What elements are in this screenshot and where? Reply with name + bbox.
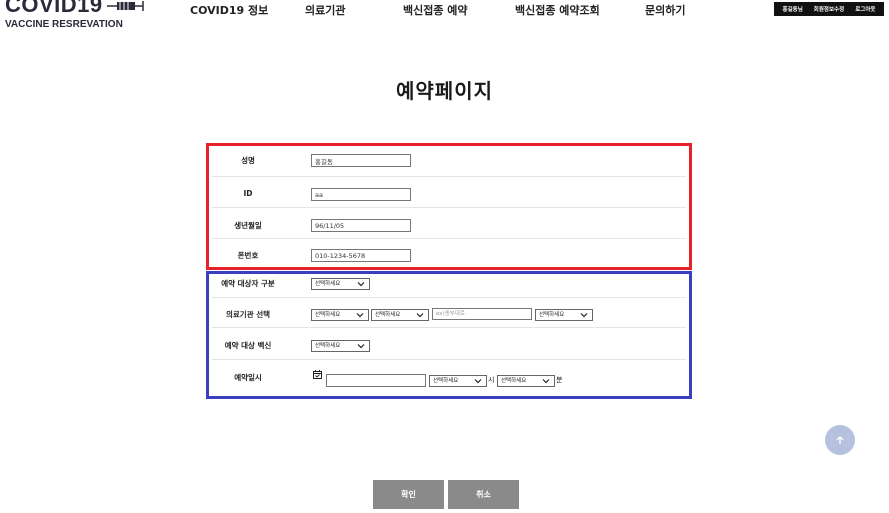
nav-inquiry[interactable]: 문의하기 <box>645 2 685 18</box>
chevron-down-icon <box>474 379 482 384</box>
phone-row: 폰번호 <box>212 239 686 267</box>
target-type-row: 예약 대상자 구분 선택하세요 <box>212 274 686 298</box>
id-field[interactable] <box>311 188 411 201</box>
vaccine-label: 예약 대상 백신 <box>224 341 272 350</box>
chevron-down-icon <box>542 379 550 384</box>
nav-reservation-lookup[interactable]: 백신접종 예약조회 <box>515 2 600 18</box>
phone-field[interactable] <box>311 249 411 262</box>
user-greeting[interactable]: 홍길동님 <box>783 5 803 13</box>
facility-row: 의료기관 선택 선택하세요 선택하세요 선택하세요 <box>212 298 686 328</box>
site-logo[interactable]: COVID19 VACCINE RESREVATION <box>5 0 155 31</box>
reservation-section: 예약 대상자 구분 선택하세요 의료기관 선택 선택하세요 선택하세요 선택하세… <box>206 271 692 399</box>
facility-region-select[interactable]: 선택하세요 <box>311 309 369 321</box>
birth-row: 생년월일 <box>212 208 686 239</box>
personal-info-section: 성명 ID 생년월일 폰번호 <box>206 143 692 270</box>
name-label: 성명 <box>241 156 255 165</box>
chevron-down-icon <box>580 313 588 318</box>
target-type-label: 예약 대상자 구분 <box>221 279 275 288</box>
chevron-down-icon <box>357 344 365 349</box>
minute-select[interactable]: 선택하세요 <box>497 375 555 387</box>
datetime-row: 예약일시 선택하세요 시 선택하세요 분 <box>212 360 686 396</box>
birth-label: 생년월일 <box>234 221 262 230</box>
id-label: ID <box>243 189 253 198</box>
name-field[interactable] <box>311 154 411 167</box>
nav-covid-info[interactable]: COVID19 정보 <box>190 2 268 18</box>
hour-unit: 시 <box>488 376 495 384</box>
page-title: 예약페이지 <box>396 79 493 103</box>
vaccine-row: 예약 대상 백신 선택하세요 <box>212 328 686 360</box>
phone-label: 폰번호 <box>237 251 259 260</box>
facility-search-input[interactable] <box>432 308 532 320</box>
logo-title: COVID19 <box>5 0 103 17</box>
confirm-button[interactable]: 확인 <box>373 480 444 509</box>
facility-label: 의료기관 선택 <box>225 310 271 319</box>
minute-unit: 분 <box>556 376 563 384</box>
facility-select[interactable]: 선택하세요 <box>535 309 593 321</box>
vaccine-select[interactable]: 선택하세요 <box>311 340 370 352</box>
logo-subtitle: VACCINE RESREVATION <box>5 19 123 30</box>
facility-district-select[interactable]: 선택하세요 <box>371 309 429 321</box>
user-menu: 홍길동님 회원정보수정 로그아웃 <box>774 2 884 16</box>
nav-medical-facility[interactable]: 의료기관 <box>305 2 345 18</box>
scroll-top-button[interactable] <box>825 425 855 455</box>
logout-link[interactable]: 로그아웃 <box>855 5 875 13</box>
chevron-down-icon <box>356 313 364 318</box>
syringe-icon <box>106 1 144 11</box>
cancel-button[interactable]: 취소 <box>448 480 519 509</box>
chevron-down-icon <box>416 313 424 318</box>
name-row: 성명 <box>212 146 686 177</box>
hour-select[interactable]: 선택하세요 <box>429 375 487 387</box>
datetime-label: 예약일시 <box>234 373 262 382</box>
date-input[interactable] <box>326 374 426 387</box>
edit-profile-link[interactable]: 회원정보수정 <box>814 5 844 13</box>
arrow-up-icon <box>836 436 844 444</box>
id-row: ID <box>212 177 686 208</box>
target-type-select[interactable]: 선택하세요 <box>311 278 370 290</box>
nav-vaccine-reservation[interactable]: 백신접종 예약 <box>403 2 468 18</box>
calendar-icon[interactable] <box>313 370 322 379</box>
birth-field[interactable] <box>311 219 411 232</box>
chevron-down-icon <box>357 282 365 287</box>
